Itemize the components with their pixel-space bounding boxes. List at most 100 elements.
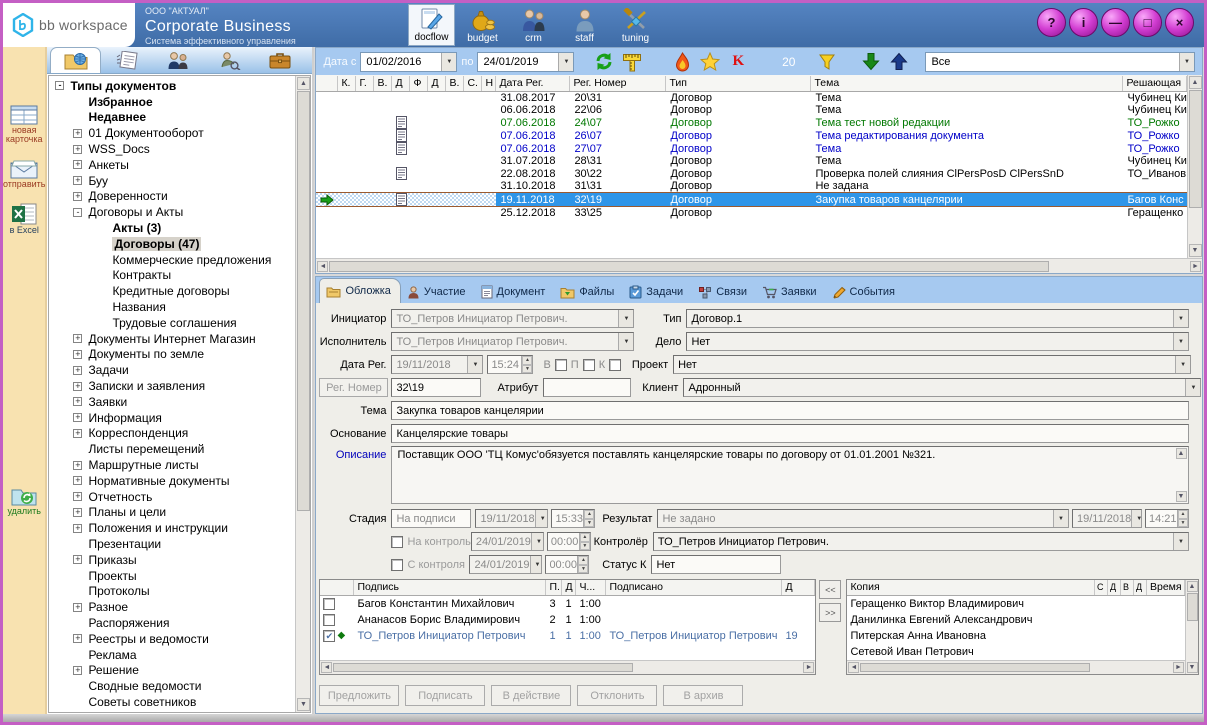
- time-spinner[interactable]: ▲▼: [521, 356, 532, 373]
- copies-hscrollbar[interactable]: ◄ ►: [847, 660, 1185, 674]
- column-header[interactable]: Тип: [666, 76, 811, 91]
- expand-icon[interactable]: +: [73, 176, 82, 185]
- module-crm[interactable]: crm: [510, 4, 557, 46]
- tree-item[interactable]: Протоколы: [49, 584, 295, 600]
- stage-time-input[interactable]: 15:33 ▲▼: [551, 509, 595, 528]
- theme-input[interactable]: Закупка товаров канцелярии: [391, 401, 1189, 420]
- module-staff[interactable]: staff: [561, 4, 608, 46]
- scroll-thumb[interactable]: [297, 91, 310, 511]
- expand-icon[interactable]: +: [73, 429, 82, 438]
- reg-number-button[interactable]: Рег. Номер: [319, 378, 388, 397]
- tree-item[interactable]: Акты (3): [49, 220, 295, 236]
- tree-item[interactable]: +Записки и заявления: [49, 378, 295, 394]
- column-header[interactable]: Г.: [356, 76, 374, 91]
- action-button[interactable]: В архив: [663, 685, 743, 706]
- signature-row[interactable]: ✔◆ТО_Петров Инициатор Петрович111:00ТО_П…: [320, 628, 815, 644]
- signatures-hscrollbar[interactable]: ◄ ►: [320, 660, 815, 674]
- tree-item[interactable]: -Договоры и Акты: [49, 204, 295, 220]
- chevron-down-icon[interactable]: ▼: [1173, 533, 1188, 550]
- expand-icon[interactable]: +: [73, 350, 82, 359]
- copy-row[interactable]: Питерская Анна Ивановна: [847, 628, 1185, 644]
- expand-icon[interactable]: +: [73, 382, 82, 391]
- signature-checkbox[interactable]: [323, 598, 335, 610]
- description-textarea[interactable]: Поставщик ООО 'ТЦ Комус'обязуется постав…: [391, 446, 1189, 504]
- tab-events[interactable]: События: [826, 281, 904, 303]
- type-combo[interactable]: Договор.1 ▼: [686, 309, 1189, 328]
- tree-item[interactable]: +Заявки: [49, 394, 295, 410]
- flag-v-checkbox[interactable]: [555, 359, 567, 371]
- tree-item[interactable]: Советы советников: [49, 694, 295, 710]
- expand-icon[interactable]: +: [73, 129, 82, 138]
- from-control-time-input[interactable]: 00:00 ▲▼: [545, 555, 589, 574]
- doc-row[interactable]: 31.08.201720\31ДоговорТемаЧубинец Ки: [316, 92, 1187, 104]
- chevron-down-icon[interactable]: ▼: [441, 53, 456, 71]
- scroll-up-icon[interactable]: ▲: [1176, 448, 1187, 459]
- expand-icon[interactable]: +: [73, 555, 82, 564]
- reg-number-value-field[interactable]: 32\19: [391, 378, 481, 397]
- scroll-thumb[interactable]: [1187, 593, 1198, 621]
- ruler-icon[interactable]: [620, 51, 644, 73]
- tree-item[interactable]: Листы перемещений: [49, 441, 295, 457]
- grid-vertical-scrollbar[interactable]: ▲ ▼: [1187, 75, 1202, 258]
- doc-row[interactable]: 19.11.201832\19ДоговорЗакупка товаров ка…: [316, 192, 1187, 207]
- scroll-down-icon[interactable]: ▼: [1189, 244, 1202, 257]
- doc-row[interactable]: 06.06.201822\06ДоговорТемаЧубинец Ки: [316, 104, 1187, 116]
- column-header[interactable]: [316, 76, 338, 91]
- attribute-input[interactable]: [543, 378, 631, 397]
- grid-horizontal-scrollbar[interactable]: ◄ ►: [316, 258, 1202, 273]
- scroll-thumb[interactable]: [329, 261, 1049, 272]
- tree-item[interactable]: +Разное: [49, 599, 295, 615]
- tree-item[interactable]: Кредитные договоры: [49, 283, 295, 299]
- tab-cover[interactable]: Обложка: [319, 278, 400, 303]
- module-budget[interactable]: budget: [459, 4, 506, 46]
- stage-date-input[interactable]: 19/11/2018 ▼: [475, 509, 548, 528]
- scroll-down-icon[interactable]: ▼: [1187, 662, 1198, 673]
- date-to-input[interactable]: 24/01/2019 ▼: [477, 52, 574, 72]
- star-icon[interactable]: [698, 51, 722, 73]
- flag-p-checkbox[interactable]: [583, 359, 595, 371]
- tree-item[interactable]: Названия: [49, 299, 295, 315]
- scroll-down-icon[interactable]: ▼: [1176, 491, 1187, 502]
- tree-item[interactable]: +Доверенности: [49, 189, 295, 205]
- result-combo[interactable]: Не задано ▼: [657, 509, 1069, 528]
- tree-item[interactable]: Реклама: [49, 647, 295, 663]
- expand-icon[interactable]: +: [73, 334, 82, 343]
- chevron-down-icon[interactable]: ▼: [1179, 53, 1194, 71]
- expand-icon[interactable]: +: [73, 508, 82, 517]
- doc-row[interactable]: 07.06.201824\07ДоговорТема тест новой ре…: [316, 116, 1187, 129]
- column-header[interactable]: В.: [446, 76, 464, 91]
- column-header[interactable]: Д: [392, 76, 410, 91]
- status-k-field[interactable]: Нет: [651, 555, 781, 574]
- column-header[interactable]: Н: [482, 76, 496, 91]
- executor-combo[interactable]: ТО_Петров Инициатор Петрович. ▼: [391, 332, 634, 351]
- collapse-icon[interactable]: -: [73, 208, 82, 217]
- basis-input[interactable]: Канцелярские товары: [391, 424, 1189, 443]
- expand-icon[interactable]: +: [73, 476, 82, 485]
- expand-icon[interactable]: +: [73, 492, 82, 501]
- scroll-up-icon[interactable]: ▲: [297, 77, 310, 90]
- delete-button[interactable]: удалить: [7, 485, 41, 516]
- doc-row[interactable]: 25.12.201833\25ДоговорГеращенко: [316, 207, 1187, 219]
- minimize-button[interactable]: —: [1101, 8, 1130, 37]
- chevron-down-icon[interactable]: ▼: [467, 356, 482, 373]
- chevron-down-icon[interactable]: ▼: [1175, 356, 1190, 373]
- tree-item[interactable]: Сводные ведомости: [49, 678, 295, 694]
- doc-row[interactable]: 31.10.201831\31ДоговорНе задана: [316, 180, 1187, 192]
- tree-item[interactable]: +Планы и цели: [49, 505, 295, 521]
- column-header[interactable]: Ф: [410, 76, 428, 91]
- action-button[interactable]: В действие: [491, 685, 571, 706]
- column-header[interactable]: Д: [428, 76, 446, 91]
- description-scrollbar[interactable]: ▲ ▼: [1174, 447, 1188, 503]
- controller-combo[interactable]: ТО_Петров Инициатор Петрович. ▼: [653, 532, 1189, 551]
- scroll-right-icon[interactable]: ►: [1190, 261, 1201, 272]
- flag-k-checkbox[interactable]: [609, 359, 621, 371]
- close-button[interactable]: ×: [1165, 8, 1194, 37]
- sidebar-tool-briefcase[interactable]: [254, 47, 305, 73]
- sort-ascending-icon[interactable]: [887, 51, 911, 73]
- client-combo[interactable]: Адронный ▼: [683, 378, 1201, 397]
- scroll-left-icon[interactable]: ◄: [848, 662, 859, 673]
- time-spinner[interactable]: ▲▼: [577, 556, 588, 573]
- tree-item[interactable]: Коммерческие предложения: [49, 252, 295, 268]
- tab-participation[interactable]: Участие: [401, 281, 475, 303]
- from-control-date-input[interactable]: 24/01/2019 ▼: [469, 555, 542, 574]
